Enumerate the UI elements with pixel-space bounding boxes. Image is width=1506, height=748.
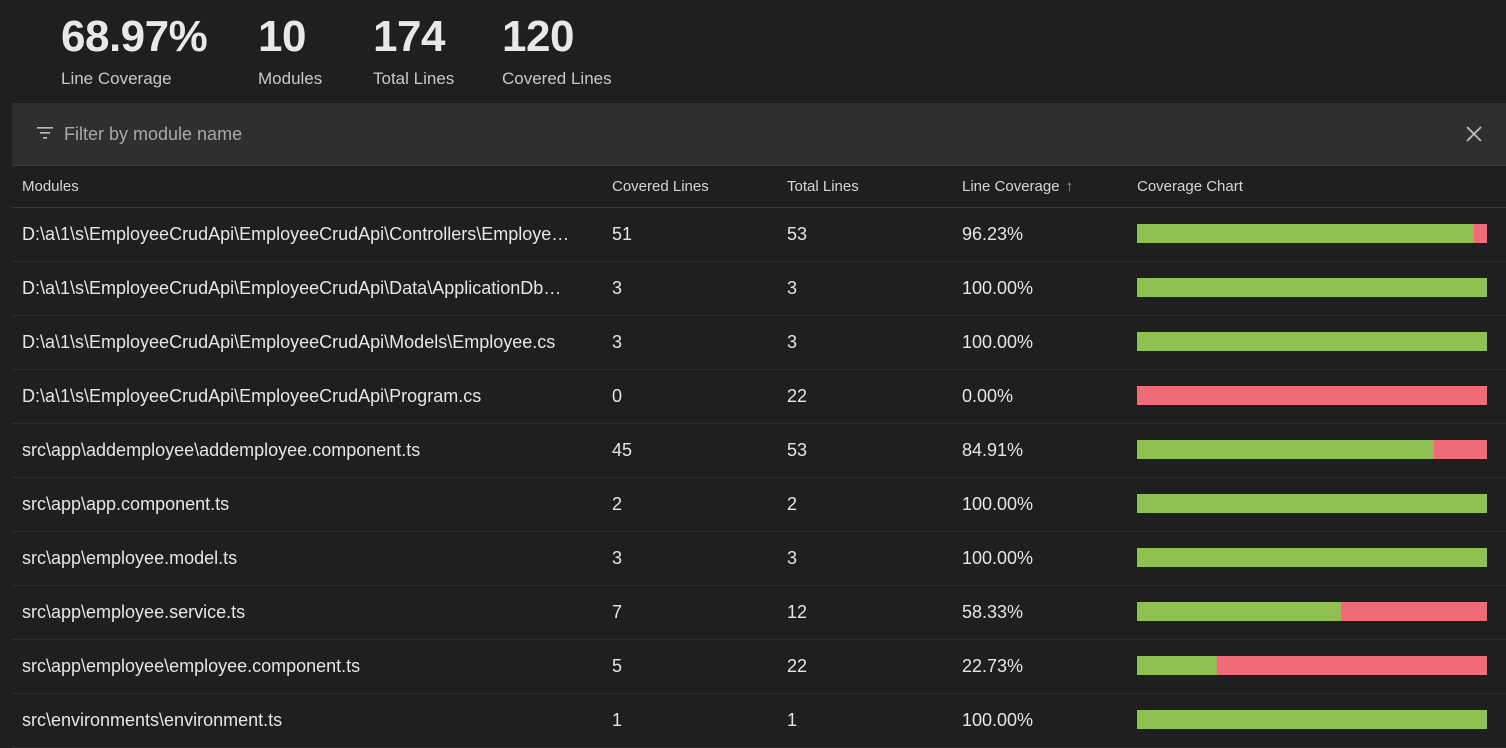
table-row[interactable]: src\app\employee\employee.component.ts 5 2… [12, 640, 1506, 694]
coverage-bar [1137, 440, 1487, 459]
coverage-summary: 68.97% Line Coverage 10 Modules 174 Tota… [0, 0, 1506, 102]
module-name: src\app\app.component.ts [22, 494, 230, 514]
coverage-bar [1137, 602, 1487, 621]
coverage-bar [1137, 656, 1487, 675]
total-lines-value: 22 [787, 386, 808, 406]
total-lines-value: 1 [787, 710, 798, 730]
line-coverage-value: 0.00% [962, 386, 1014, 406]
module-name: src\environments\environment.ts [22, 710, 283, 730]
line-coverage-value: 58.33% [962, 602, 1024, 622]
line-coverage-value: 84.91% [962, 440, 1024, 460]
total-lines-value: 12 [787, 602, 808, 622]
total-lines-value: 3 [787, 548, 798, 568]
covered-lines-value: 5 [612, 656, 623, 676]
coverage-bar [1137, 494, 1487, 513]
table-row[interactable]: src\app\addemployee\addemployee.componen… [12, 424, 1506, 478]
filter-bar [12, 103, 1506, 166]
table-row[interactable]: src\app\employee.service.ts 7 12 58.33% [12, 586, 1506, 640]
module-name: D:\a\1\s\EmployeeCrudApi\EmployeeCrudApi… [22, 386, 482, 406]
total-lines-value: 53 [787, 224, 808, 244]
coverage-bar-fill [1137, 656, 1217, 675]
coverage-bar [1137, 548, 1487, 567]
table-header: Modules Covered Lines Total Lines Line C… [12, 166, 1506, 208]
covered-lines-value: 45 [612, 440, 633, 460]
stat-label: Modules [258, 69, 323, 88]
coverage-bar-fill [1137, 440, 1435, 459]
table-row[interactable]: D:\a\1\s\EmployeeCrudApi\EmployeeCrudApi… [12, 262, 1506, 316]
header-total-lines[interactable]: Total Lines [787, 178, 859, 195]
coverage-bar-fill [1137, 710, 1487, 729]
modules-table: Modules Covered Lines Total Lines Line C… [12, 166, 1506, 748]
stat-modules: 10 Modules [258, 12, 322, 91]
total-lines-value: 3 [787, 278, 798, 298]
module-name: src\app\employee\employee.component.ts [22, 656, 361, 676]
coverage-bar-fill [1137, 548, 1487, 567]
coverage-bar [1137, 386, 1487, 405]
table-row[interactable]: D:\a\1\s\EmployeeCrudApi\EmployeeCrudApi… [12, 370, 1506, 424]
stat-value: 10 [258, 12, 306, 61]
covered-lines-value: 2 [612, 494, 623, 514]
module-name: src\app\employee.model.ts [22, 548, 238, 568]
line-coverage-value: 100.00% [962, 278, 1034, 298]
line-coverage-value: 96.23% [962, 224, 1024, 244]
stat-value: 120 [502, 12, 574, 61]
filter-input[interactable] [64, 119, 1424, 149]
line-coverage-value: 22.73% [962, 656, 1024, 676]
coverage-bar-fill [1137, 278, 1487, 297]
stat-line-coverage: 68.97% Line Coverage [61, 12, 208, 91]
stat-value: 68.97% [61, 12, 208, 61]
covered-lines-value: 3 [612, 278, 623, 298]
module-name: D:\a\1\s\EmployeeCrudApi\EmployeeCrudApi… [22, 278, 570, 298]
total-lines-value: 3 [787, 332, 798, 352]
covered-lines-value: 0 [612, 386, 623, 406]
covered-lines-value: 1 [612, 710, 623, 730]
coverage-bar-fill [1137, 224, 1474, 243]
line-coverage-value: 100.00% [962, 332, 1034, 352]
total-lines-value: 22 [787, 656, 808, 676]
covered-lines-value: 7 [612, 602, 623, 622]
filter-icon [36, 125, 54, 141]
module-name: src\app\employee.service.ts [22, 602, 246, 622]
coverage-bar-fill [1137, 602, 1342, 621]
coverage-bar [1137, 332, 1487, 351]
header-coverage-chart[interactable]: Coverage Chart [1137, 178, 1243, 195]
coverage-bar-fill [1137, 494, 1487, 513]
table-row[interactable]: D:\a\1\s\EmployeeCrudApi\EmployeeCrudApi… [12, 316, 1506, 370]
covered-lines-value: 3 [612, 548, 623, 568]
line-coverage-value: 100.00% [962, 494, 1034, 514]
stat-covered-lines: 120 Covered Lines [502, 12, 612, 91]
header-covered-lines[interactable]: Covered Lines [612, 178, 709, 195]
stat-label: Total Lines [373, 69, 455, 88]
close-icon[interactable] [1465, 125, 1483, 143]
table-row[interactable]: src\environments\environment.ts 1 1 100.00% [12, 694, 1506, 748]
module-name: D:\a\1\s\EmployeeCrudApi\EmployeeCrudApi… [22, 224, 570, 244]
line-coverage-value: 100.00% [962, 710, 1034, 730]
table-row[interactable]: src\app\app.component.ts 2 2 100.00% [12, 478, 1506, 532]
stat-total-lines: 174 Total Lines [373, 12, 454, 91]
coverage-bar [1137, 710, 1487, 729]
table-body: D:\a\1\s\EmployeeCrudApi\EmployeeCrudApi… [12, 208, 1506, 748]
covered-lines-value: 3 [612, 332, 623, 352]
module-name: D:\a\1\s\EmployeeCrudApi\EmployeeCrudApi… [22, 332, 556, 352]
table-row[interactable]: src\app\employee.model.ts 3 3 100.00% [12, 532, 1506, 586]
header-line-coverage-label: Line Coverage [962, 178, 1060, 195]
stat-label: Line Coverage [61, 69, 172, 88]
line-coverage-value: 100.00% [962, 548, 1034, 568]
table-row[interactable]: D:\a\1\s\EmployeeCrudApi\EmployeeCrudApi… [12, 208, 1506, 262]
coverage-bar-fill [1137, 332, 1487, 351]
covered-lines-value: 51 [612, 224, 633, 244]
total-lines-value: 2 [787, 494, 798, 514]
total-lines-value: 53 [787, 440, 808, 460]
module-name: src\app\addemployee\addemployee.componen… [22, 440, 421, 460]
coverage-bar [1137, 224, 1487, 243]
stat-value: 174 [373, 12, 445, 61]
coverage-bar [1137, 278, 1487, 297]
sort-ascending-icon: ↑ [1065, 178, 1074, 195]
header-modules[interactable]: Modules [22, 178, 79, 195]
stat-label: Covered Lines [502, 69, 612, 88]
header-line-coverage[interactable]: Line Coverage ↑ [962, 178, 1073, 195]
